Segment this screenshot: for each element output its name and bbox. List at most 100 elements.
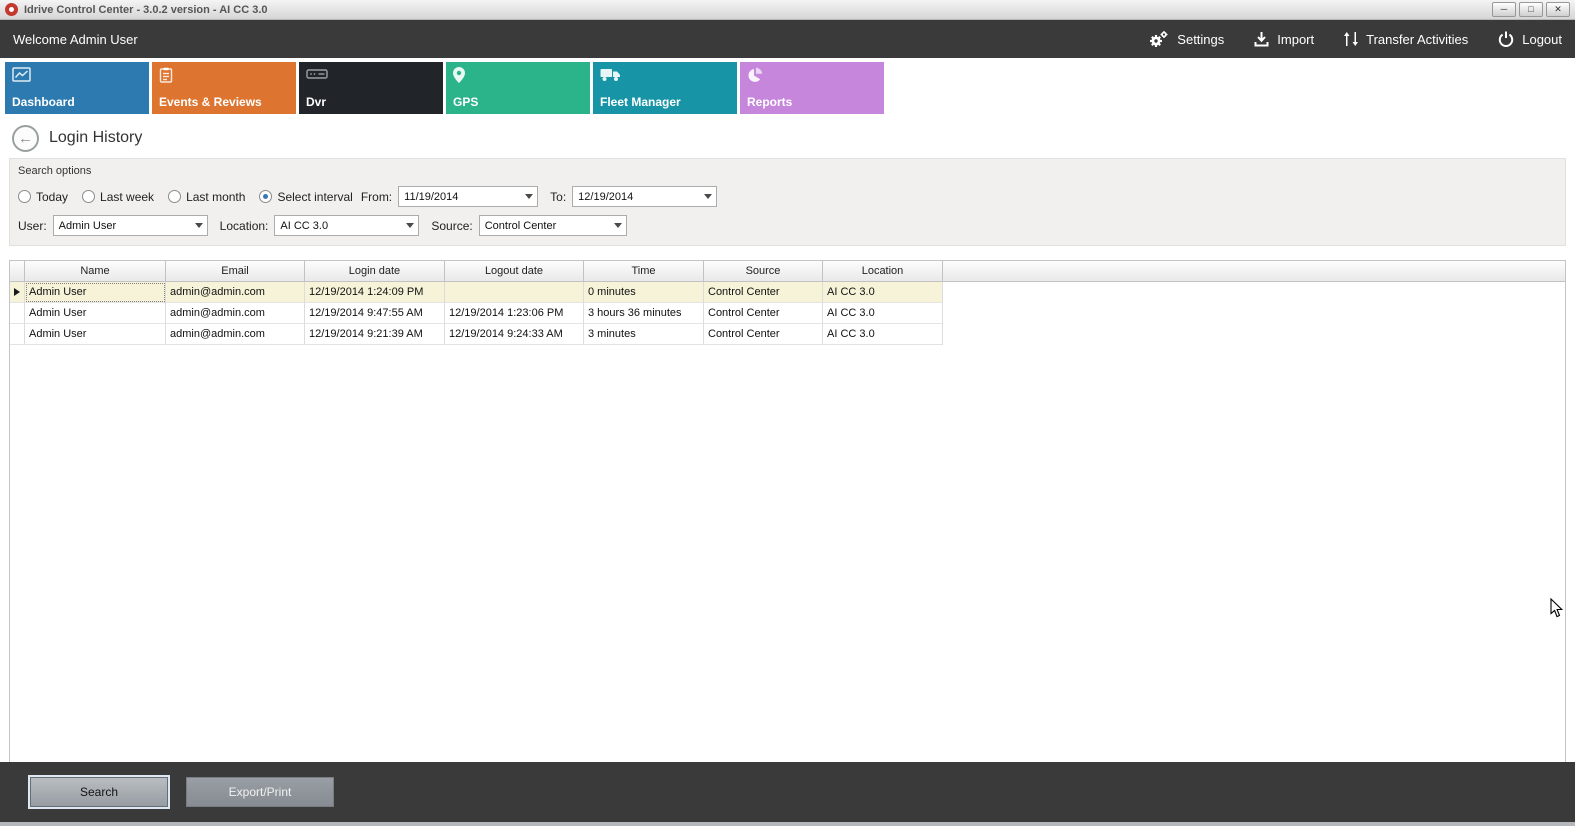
to-label: To: xyxy=(550,190,566,204)
settings-label: Settings xyxy=(1177,32,1224,47)
column-header-location[interactable]: Location xyxy=(823,261,943,282)
cell-source[interactable]: Control Center xyxy=(704,324,823,345)
minimize-button[interactable]: ─ xyxy=(1492,2,1516,17)
cell-email[interactable]: admin@admin.com xyxy=(166,324,305,345)
login-history-grid: Name Email Login date Logout date Time S… xyxy=(9,260,1566,776)
from-date-value: 11/19/2014 xyxy=(399,191,521,203)
welcome-text: Welcome Admin User xyxy=(13,32,138,47)
cell-logout-date[interactable] xyxy=(445,282,584,303)
row-indicator-header xyxy=(10,261,25,282)
cell-location[interactable]: AI CC 3.0 xyxy=(823,324,943,345)
cell-time[interactable]: 3 hours 36 minutes xyxy=(584,303,704,324)
radio-today-label: Today xyxy=(36,190,68,204)
search-button[interactable]: Search xyxy=(30,777,168,807)
tile-events-reviews[interactable]: Events & Reviews xyxy=(152,62,296,114)
dvr-icon xyxy=(306,67,436,86)
back-button[interactable]: ← xyxy=(12,125,39,152)
logout-label: Logout xyxy=(1522,32,1562,47)
row-indicator xyxy=(10,303,25,324)
cell-source[interactable]: Control Center xyxy=(704,303,823,324)
column-header-name[interactable]: Name xyxy=(25,261,166,282)
user-label: User: xyxy=(18,219,47,233)
location-dropdown[interactable]: AI CC 3.0 xyxy=(274,215,419,236)
chevron-down-icon xyxy=(521,194,537,199)
to-date-value: 12/19/2014 xyxy=(573,191,700,203)
map-pin-icon xyxy=(453,67,583,88)
grid-header: Name Email Login date Logout date Time S… xyxy=(10,261,1565,282)
source-dropdown[interactable]: Control Center xyxy=(479,215,627,236)
cell-logout-date[interactable]: 12/19/2014 9:24:33 AM xyxy=(445,324,584,345)
from-date-dropdown[interactable]: 11/19/2014 xyxy=(398,186,538,207)
tile-reports[interactable]: Reports xyxy=(740,62,884,114)
cell-name[interactable]: Admin User xyxy=(25,282,166,303)
import-label: Import xyxy=(1277,32,1314,47)
transfer-arrows-icon xyxy=(1344,31,1358,47)
source-value: Control Center xyxy=(480,220,610,232)
cell-logout-date[interactable]: 12/19/2014 1:23:06 PM xyxy=(445,303,584,324)
cell-source[interactable]: Control Center xyxy=(704,282,823,303)
window-title: Idrive Control Center - 3.0.2 version - … xyxy=(24,4,268,16)
column-header-time[interactable]: Time xyxy=(584,261,704,282)
tile-fleet-manager[interactable]: Fleet Manager xyxy=(593,62,737,114)
transfer-activities-button[interactable]: Transfer Activities xyxy=(1344,31,1468,47)
tile-dashboard[interactable]: Dashboard xyxy=(5,62,149,114)
table-row: Admin User admin@admin.com 12/19/2014 9:… xyxy=(10,324,1565,345)
maximize-button[interactable]: □ xyxy=(1519,2,1543,17)
tile-gps-label: GPS xyxy=(453,95,478,109)
radio-last-month[interactable] xyxy=(168,190,181,203)
transfer-activities-label: Transfer Activities xyxy=(1366,32,1468,47)
logout-button[interactable]: Logout xyxy=(1498,31,1562,47)
footer-action-bar: Search Export/Print xyxy=(0,762,1575,822)
filters-row: User: Admin User Location: AI CC 3.0 Sou… xyxy=(18,215,1557,236)
column-header-source[interactable]: Source xyxy=(704,261,823,282)
cell-location[interactable]: AI CC 3.0 xyxy=(823,282,943,303)
export-print-button[interactable]: Export/Print xyxy=(186,777,334,807)
table-row: Admin User admin@admin.com 12/19/2014 9:… xyxy=(10,303,1565,324)
column-header-logout-date[interactable]: Logout date xyxy=(445,261,584,282)
cell-name[interactable]: Admin User xyxy=(25,324,166,345)
tile-gps[interactable]: GPS xyxy=(446,62,590,114)
interval-row: Today Last week Last month Select interv… xyxy=(18,186,1557,207)
table-row: Admin User admin@admin.com 12/19/2014 1:… xyxy=(10,282,1565,303)
radio-last-week[interactable] xyxy=(82,190,95,203)
search-options-title: Search options xyxy=(18,165,1557,177)
tile-fleet-manager-label: Fleet Manager xyxy=(600,95,681,109)
radio-today[interactable] xyxy=(18,190,31,203)
chevron-down-icon xyxy=(191,223,207,228)
source-label: Source: xyxy=(431,219,472,233)
import-icon xyxy=(1254,31,1269,47)
pie-chart-icon xyxy=(747,67,877,88)
radio-select-interval[interactable] xyxy=(259,190,272,203)
close-button[interactable]: ✕ xyxy=(1546,2,1570,17)
column-header-filler xyxy=(943,261,1565,282)
tile-dashboard-label: Dashboard xyxy=(12,95,75,109)
cell-location[interactable]: AI CC 3.0 xyxy=(823,303,943,324)
page-header: ← Login History xyxy=(0,118,1575,156)
cell-email[interactable]: admin@admin.com xyxy=(166,303,305,324)
page-title: Login History xyxy=(49,129,142,147)
cell-login-date[interactable]: 12/19/2014 9:47:55 AM xyxy=(305,303,445,324)
radio-last-month-label: Last month xyxy=(186,190,245,204)
cell-email[interactable]: admin@admin.com xyxy=(166,282,305,303)
gears-icon xyxy=(1148,30,1169,49)
tile-dvr[interactable]: Dvr xyxy=(299,62,443,114)
user-dropdown[interactable]: Admin User xyxy=(53,215,208,236)
cell-time[interactable]: 0 minutes xyxy=(584,282,704,303)
cell-name[interactable]: Admin User xyxy=(25,303,166,324)
column-header-email[interactable]: Email xyxy=(166,261,305,282)
column-header-login-date[interactable]: Login date xyxy=(305,261,445,282)
chevron-down-icon xyxy=(610,223,626,228)
cell-login-date[interactable]: 12/19/2014 9:21:39 AM xyxy=(305,324,445,345)
cell-login-date[interactable]: 12/19/2014 1:24:09 PM xyxy=(305,282,445,303)
to-date-dropdown[interactable]: 12/19/2014 xyxy=(572,186,717,207)
cell-time[interactable]: 3 minutes xyxy=(584,324,704,345)
row-indicator xyxy=(10,324,25,345)
truck-icon xyxy=(600,67,730,87)
chevron-down-icon xyxy=(402,223,418,228)
user-value: Admin User xyxy=(54,220,191,232)
back-arrow-icon: ← xyxy=(18,130,33,147)
import-button[interactable]: Import xyxy=(1254,31,1314,47)
window-bottom-edge xyxy=(0,822,1575,826)
title-bar: Idrive Control Center - 3.0.2 version - … xyxy=(0,0,1575,20)
settings-button[interactable]: Settings xyxy=(1148,30,1224,49)
